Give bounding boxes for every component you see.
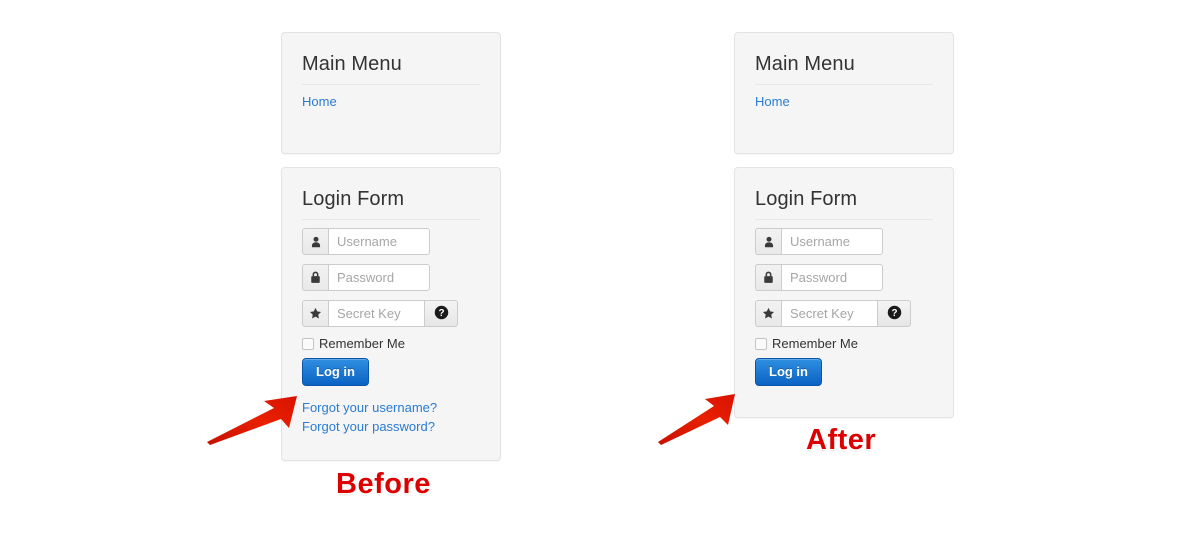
after-login-divider — [755, 219, 933, 220]
after-remember-label: Remember Me — [772, 336, 858, 351]
star-icon — [755, 300, 781, 327]
after-main-menu-title: Main Menu — [755, 53, 855, 75]
after-main-menu-divider — [755, 84, 933, 85]
lock-icon — [755, 264, 781, 291]
before-main-menu-panel: Main Menu Home — [281, 32, 501, 154]
before-password-input[interactable] — [328, 264, 430, 291]
before-annotation-arrow — [207, 396, 297, 445]
question-circle-icon: ? — [887, 305, 902, 323]
after-password-input[interactable] — [781, 264, 883, 291]
before-main-menu-divider — [302, 84, 480, 85]
after-main-menu-panel: Main Menu Home — [734, 32, 954, 154]
before-main-menu-title: Main Menu — [302, 53, 402, 75]
before-login-title: Login Form — [302, 188, 405, 210]
before-username-input[interactable] — [328, 228, 430, 255]
before-login-panel: Login Form Username Secret Key ? Remembe… — [281, 167, 501, 461]
after-secretkey-help-button[interactable]: ? — [877, 300, 911, 327]
before-remember-row: Remember Me — [302, 336, 480, 351]
after-secretkey-group: ? — [755, 300, 933, 327]
after-menu-item-home[interactable]: Home — [755, 93, 790, 111]
after-login-body: Login Form Username Secret Key ? Remembe… — [735, 168, 953, 400]
after-annotation-label: After — [806, 424, 877, 456]
star-icon — [302, 300, 328, 327]
before-forgot-links: Forgot your username? Forgot your passwo… — [302, 399, 480, 436]
before-login-button[interactable]: Log in — [302, 358, 369, 386]
lock-icon — [302, 264, 328, 291]
user-icon — [755, 228, 781, 255]
after-login-button[interactable]: Log in — [755, 358, 822, 386]
before-password-group — [302, 264, 480, 291]
before-remember-label: Remember Me — [319, 336, 405, 351]
after-login-panel: Login Form Username Secret Key ? Remembe… — [734, 167, 954, 418]
after-annotation-arrow — [658, 394, 735, 445]
before-login-body: Login Form Username Secret Key ? Remembe… — [282, 168, 500, 450]
before-secretkey-group: ? — [302, 300, 480, 327]
before-secretkey-input[interactable] — [328, 300, 424, 327]
question-circle-icon: ? — [434, 305, 449, 323]
after-username-group — [755, 228, 933, 255]
after-remember-row: Remember Me — [755, 336, 933, 351]
user-icon — [302, 228, 328, 255]
after-main-menu-body: Main Menu Home — [735, 33, 953, 125]
before-username-group — [302, 228, 480, 255]
svg-text:?: ? — [891, 308, 897, 319]
after-remember-checkbox[interactable] — [755, 337, 767, 350]
after-username-input[interactable] — [781, 228, 883, 255]
after-password-group — [755, 264, 933, 291]
before-main-menu-body: Main Menu Home — [282, 33, 500, 125]
before-secretkey-help-button[interactable]: ? — [424, 300, 458, 327]
before-remember-checkbox[interactable] — [302, 337, 314, 350]
before-menu-item-home[interactable]: Home — [302, 93, 337, 111]
before-annotation-label: Before — [336, 468, 431, 500]
after-secretkey-input[interactable] — [781, 300, 877, 327]
before-forgot-username-link[interactable]: Forgot your username? — [302, 399, 480, 418]
before-forgot-password-link[interactable]: Forgot your password? — [302, 418, 480, 437]
svg-text:?: ? — [438, 308, 444, 319]
before-login-divider — [302, 219, 480, 220]
after-login-title: Login Form — [755, 188, 858, 210]
